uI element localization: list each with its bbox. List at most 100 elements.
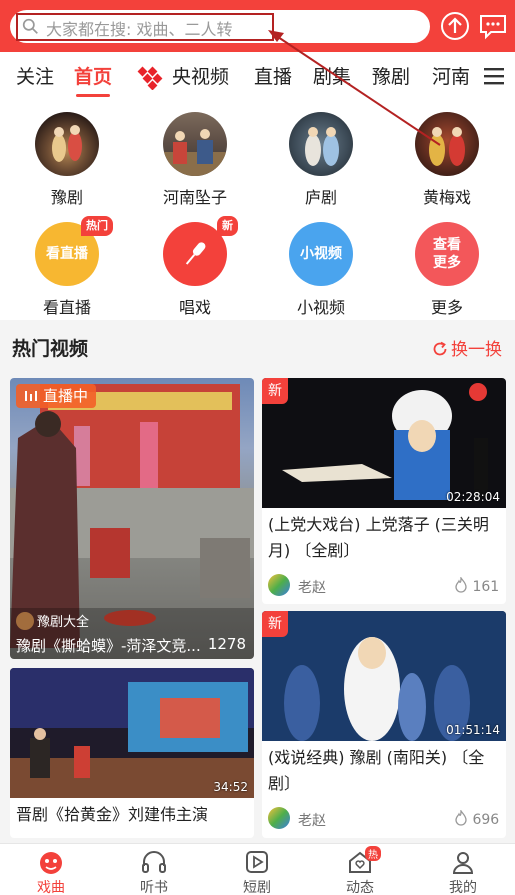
app-screen: 大家都在搜: 戏曲、二人转 关注 首页 央视频 直播 剧集 豫剧 河南 豫剧 河… (0, 0, 515, 895)
new-badge: 新 (217, 216, 238, 236)
video-thumbnail: 新 01:51:14 (262, 611, 506, 741)
flame-icon (455, 808, 467, 826)
hot-badge: 热门 (81, 216, 113, 236)
nav-label: 听书 (140, 880, 168, 895)
new-tag: 新 (262, 378, 288, 404)
nav-profile[interactable]: 我的 (428, 848, 498, 895)
tab-series[interactable]: 剧集 (313, 62, 351, 89)
video-title: 豫剧《撕蛤蟆》-菏泽文竞... (16, 637, 201, 655)
like-count: 161 (454, 575, 500, 595)
channel-label: 豫剧大全 (37, 615, 90, 630)
video-card[interactable]: 新 01:51:14 (戏说经典) 豫剧 (南阳关) 〔全剧〕 老赵 696 (262, 611, 506, 838)
channel-avatar (16, 612, 34, 630)
tab-henan[interactable]: 河南 (432, 62, 470, 89)
search-highlight-box (16, 13, 274, 41)
watch-live-circle-text: 看直播 (46, 246, 88, 262)
category-short-video[interactable]: 小视频 小视频 (266, 222, 376, 318)
nav-label: 动态 (346, 880, 374, 895)
active-tab-indicator (76, 94, 110, 97)
short-video-circle: 小视频 (289, 222, 353, 286)
nav-short-drama[interactable]: 短剧 (222, 848, 292, 895)
message-icon[interactable] (478, 11, 508, 41)
category-henan-zhuizi[interactable]: 河南坠子 (140, 112, 250, 208)
author-avatar (268, 574, 290, 596)
live-tag-label: 直播中 (43, 387, 89, 405)
refresh-icon (433, 341, 447, 356)
refresh-label: 换一换 (451, 340, 502, 360)
category-label: 看直播 (42, 298, 91, 317)
top-header: 大家都在搜: 戏曲、二人转 (0, 0, 515, 52)
category-sing-opera[interactable]: 新 唱戏 (140, 216, 250, 318)
video-duration: 01:51:14 (446, 723, 500, 737)
live-tag: 直播中 (16, 384, 97, 408)
category-label: 更多 (430, 298, 463, 317)
like-count-value: 161 (472, 579, 500, 595)
video-card[interactable]: 新 02:28:04 (上党大戏台) 上党落子 (三关明月) 〔全剧〕 老赵 1… (262, 378, 506, 604)
tab-follow[interactable]: 关注 (16, 62, 54, 89)
category-label: 庐剧 (304, 188, 337, 207)
video-thumbnail: 新 02:28:04 (262, 378, 506, 508)
live-bars-icon (25, 391, 37, 401)
video-title: (戏说经典) 豫剧 (南阳关) 〔全剧〕 (268, 748, 485, 793)
video-title: 晋剧《拾黄金》刘建伟主演 (16, 805, 209, 824)
nav-label: 我的 (449, 880, 477, 895)
yuju-photo (35, 112, 99, 176)
category-label: 黄梅戏 (422, 188, 471, 207)
video-card[interactable]: 34:52 晋剧《拾黄金》刘建伟主演 (10, 668, 254, 838)
category-more[interactable]: 查看 更多 更多 (392, 222, 502, 318)
channel-tabs: 关注 首页 央视频 直播 剧集 豫剧 河南 (0, 52, 515, 100)
play-icon (246, 851, 268, 873)
upload-icon[interactable] (440, 11, 470, 41)
microphone-icon (185, 242, 206, 265)
like-count-value: 696 (472, 812, 500, 828)
hot-badge: 热 (365, 846, 381, 861)
category-grid: 豫剧 河南坠子 庐剧 黄梅戏 看直播 热门 看直播 新 唱戏 小视频 小视频 查… (0, 100, 515, 320)
bottom-navigation: 戏曲 听书 短剧 热 动态 我的 (0, 843, 515, 895)
video-thumbnail: 直播中 豫剧大全 豫剧《撕蛤蟆》-菏泽文竞... 1278 (10, 378, 254, 659)
tab-live[interactable]: 直播 (254, 62, 292, 89)
search-input[interactable]: 大家都在搜: 戏曲、二人转 (10, 10, 430, 43)
category-label: 小视频 (296, 298, 345, 317)
video-duration: 34:52 (213, 780, 248, 794)
headphones-icon (142, 851, 166, 873)
flame-icon (455, 575, 467, 593)
section-title: 热门视频 (12, 338, 89, 360)
more-circle: 查看 更多 (415, 222, 479, 286)
video-thumbnail: 34:52 (10, 668, 254, 798)
cctv-video-logo-icon (137, 66, 163, 90)
category-watch-live[interactable]: 看直播 热门 看直播 (12, 216, 122, 318)
nav-feed[interactable]: 热 动态 (325, 846, 395, 895)
luju-photo (289, 112, 353, 176)
category-label: 唱戏 (178, 298, 211, 317)
menu-icon[interactable] (483, 65, 505, 87)
refresh-button[interactable]: 换一换 (432, 335, 502, 360)
nav-label: 短剧 (243, 880, 271, 895)
more-circle-text: 查看 更多 (433, 237, 461, 271)
channel-name: 豫剧大全 (16, 611, 89, 630)
category-huangmeixi[interactable]: 黄梅戏 (392, 112, 502, 208)
video-title: (上党大戏台) 上党落子 (三关明月) 〔全剧〕 (268, 515, 489, 560)
tab-yuju[interactable]: 豫剧 (372, 62, 410, 89)
nav-audiobook[interactable]: 听书 (119, 848, 189, 895)
category-luju[interactable]: 庐剧 (266, 112, 376, 208)
video-card-live[interactable]: 直播中 豫剧大全 豫剧《撕蛤蟆》-菏泽文竞... 1278 (10, 378, 254, 659)
huangmei-photo (415, 112, 479, 176)
opera-face-icon (40, 852, 62, 874)
zhuizi-photo (163, 112, 227, 176)
watch-live-circle: 看直播 热门 (35, 216, 113, 286)
tab-home[interactable]: 首页 (74, 62, 112, 89)
tab-cctv-video[interactable]: 央视频 (172, 62, 229, 89)
author-name: 老赵 (298, 813, 326, 829)
nav-label: 戏曲 (37, 880, 65, 895)
short-video-circle-text: 小视频 (300, 246, 342, 262)
view-count: 1278 (207, 635, 246, 653)
new-tag: 新 (262, 611, 288, 637)
sing-opera-circle: 新 (163, 216, 238, 286)
like-count: 696 (454, 808, 500, 828)
category-label: 河南坠子 (162, 188, 227, 207)
category-yuju[interactable]: 豫剧 (12, 112, 122, 208)
user-icon (452, 852, 474, 874)
author-name: 老赵 (298, 580, 326, 596)
category-label: 豫剧 (50, 188, 83, 207)
nav-opera[interactable]: 戏曲 (16, 848, 86, 895)
